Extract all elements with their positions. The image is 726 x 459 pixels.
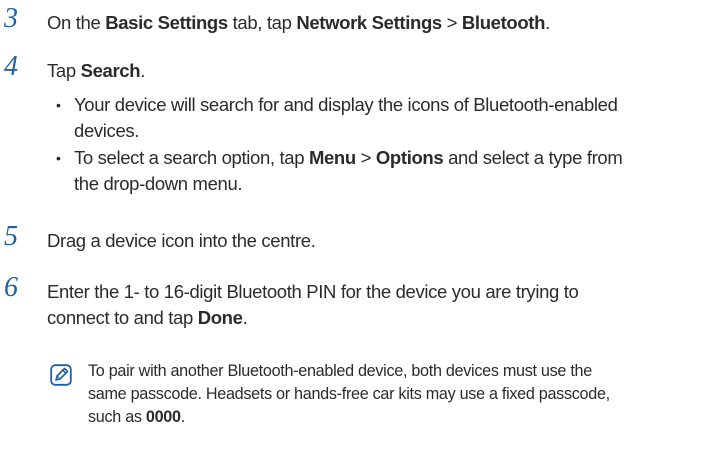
text-run: Drag a device icon into the centre. — [47, 230, 316, 251]
step-4-text: Tap Search. — [47, 58, 145, 84]
text-run: To pair with another Bluetooth-enabled d… — [88, 362, 592, 380]
text-run: . — [242, 307, 248, 328]
step-number: 4 — [4, 51, 18, 82]
ui-term-bluetooth: Bluetooth — [461, 12, 546, 33]
text-run: On the — [47, 12, 106, 33]
step-number: 6 — [4, 272, 18, 303]
text-run: . — [545, 12, 550, 33]
step-6-line: connect to and tap Done. — [47, 305, 248, 331]
text-run: connect to and tap — [47, 307, 198, 328]
step-6-line: Enter the 1- to 16-digit Bluetooth PIN f… — [47, 279, 579, 305]
step-number: 3 — [4, 3, 18, 34]
ui-term-done: Done — [197, 307, 243, 328]
note-line: To pair with another Bluetooth-enabled d… — [88, 360, 592, 383]
text-run: To select a search option, tap — [74, 147, 309, 168]
text-run: tab, tap — [227, 12, 297, 33]
ui-term-network-settings: Network Settings — [296, 12, 442, 33]
passcode-value: 0000 — [145, 408, 181, 426]
text-run: . — [140, 60, 145, 81]
text-run: Your device will search for and display … — [74, 94, 618, 115]
text-run: such as — [88, 408, 146, 426]
ui-term-options: Options — [375, 147, 444, 168]
text-run: > — [355, 147, 376, 168]
text-run: . — [180, 408, 186, 426]
bullet-dot-icon: • — [56, 150, 61, 166]
bullet-dot-icon: • — [56, 97, 61, 113]
step-3-text: On the Basic Settings tab, tap Network S… — [47, 10, 550, 36]
text-run: Tap — [47, 60, 81, 81]
bullet-line: the drop-down menu. — [74, 171, 243, 197]
manual-page: 3 On the Basic Settings tab, tap Network… — [0, 0, 726, 459]
text-run: and select a type from — [443, 147, 623, 168]
step-5-text: Drag a device icon into the centre. — [47, 228, 316, 254]
text-run: same passcode. Headsets or hands-free ca… — [88, 385, 610, 403]
note-line: such as 0000. — [88, 406, 185, 429]
text-run: > — [441, 12, 462, 33]
text-run: the drop-down menu. — [74, 173, 243, 194]
bullet-line: Your device will search for and display … — [74, 92, 618, 118]
text-run: Enter the 1- to 16-digit Bluetooth PIN f… — [47, 281, 579, 302]
step-number: 5 — [4, 221, 18, 252]
ui-term-menu: Menu — [308, 147, 356, 168]
note-line: same passcode. Headsets or hands-free ca… — [88, 383, 610, 406]
text-run: devices. — [74, 120, 140, 141]
ui-term-basic-settings: Basic Settings — [105, 12, 228, 33]
note-pencil-icon — [50, 364, 72, 386]
ui-term-search: Search — [80, 60, 141, 81]
bullet-line: devices. — [74, 118, 139, 144]
bullet-line: To select a search option, tap Menu > Op… — [74, 145, 623, 171]
